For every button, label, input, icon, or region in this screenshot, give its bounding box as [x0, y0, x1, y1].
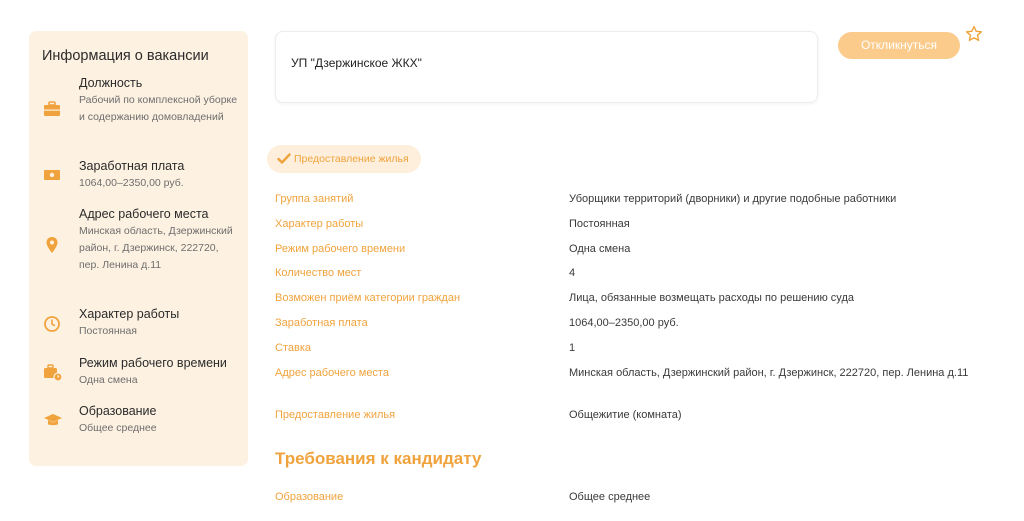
graduation-cap-icon [43, 412, 63, 430]
detail-value: Минская область, Дзержинский район, г. Д… [569, 367, 969, 379]
company-card[interactable]: УП "Дзержинское ЖКХ" [275, 31, 818, 103]
detail-label: Режим рабочего времени [275, 243, 406, 255]
apply-button[interactable]: Откликнуться [838, 32, 960, 59]
detail-label: Ставка [275, 342, 311, 354]
sidebar-item-value: Постоянная [79, 325, 137, 337]
sidebar-item-value: Рабочий по комплексной уборке и содержан… [79, 94, 238, 123]
checkmark-icon [277, 152, 291, 170]
favorite-star-icon[interactable] [965, 25, 983, 43]
company-name[interactable]: УП "Дзержинское ЖКХ" [291, 56, 422, 70]
sidebar-item-label: Должность [79, 76, 143, 90]
detail-value: 1 [569, 342, 576, 354]
briefcase-icon [43, 101, 63, 119]
detail-value: Постоянная [569, 218, 630, 230]
vacancy-info-sidebar: Информация о вакансии Должность Рабочий … [29, 31, 248, 466]
location-pin-icon [43, 236, 63, 254]
detail-value: Одна смена [569, 243, 631, 255]
requirements-title: Требования к кандидату [275, 449, 482, 468]
housing-tag: Предоставление жилья [267, 145, 421, 173]
detail-label: Предоставление жилья [275, 409, 396, 421]
money-icon [43, 168, 63, 186]
detail-label: Группа занятий [275, 193, 354, 205]
sidebar-item-label: Адрес рабочего места [79, 207, 209, 221]
requirement-label: Образование [275, 491, 344, 503]
sidebar-item-label: Характер работы [79, 307, 180, 321]
sidebar-item-label: Образование [79, 404, 157, 418]
housing-tag-label: Предоставление жилья [294, 153, 409, 165]
sidebar-item-label: Заработная плата [79, 159, 185, 173]
requirement-value: Общее среднее [569, 491, 651, 503]
sidebar-item-value: Общее среднее [79, 422, 157, 434]
clock-icon [43, 315, 63, 333]
detail-value: Уборщики территорий (дворники) и другие … [569, 193, 897, 205]
detail-value: 1064,00–2350,00 руб. [569, 317, 679, 329]
work-schedule-icon [43, 364, 63, 382]
sidebar-item-value: 1064,00–2350,00 руб. [79, 177, 184, 189]
detail-value: 4 [569, 267, 576, 279]
sidebar-item-value: Минская область, Дзержинский район, г. Д… [79, 225, 233, 271]
detail-label: Адрес рабочего места [275, 367, 389, 379]
detail-label: Количество мест [275, 267, 362, 279]
sidebar-item-value: Одна смена [79, 374, 138, 386]
sidebar-item-label: Режим рабочего времени [79, 356, 227, 370]
detail-value: Лица, обязанные возмещать расходы по реш… [569, 292, 854, 304]
sidebar-title: Информация о вакансии [42, 48, 209, 64]
detail-label: Характер работы [275, 218, 364, 230]
detail-label: Возможен приём категории граждан [275, 292, 461, 304]
detail-label: Заработная плата [275, 317, 368, 329]
detail-value: Общежитие (комната) [569, 409, 682, 421]
